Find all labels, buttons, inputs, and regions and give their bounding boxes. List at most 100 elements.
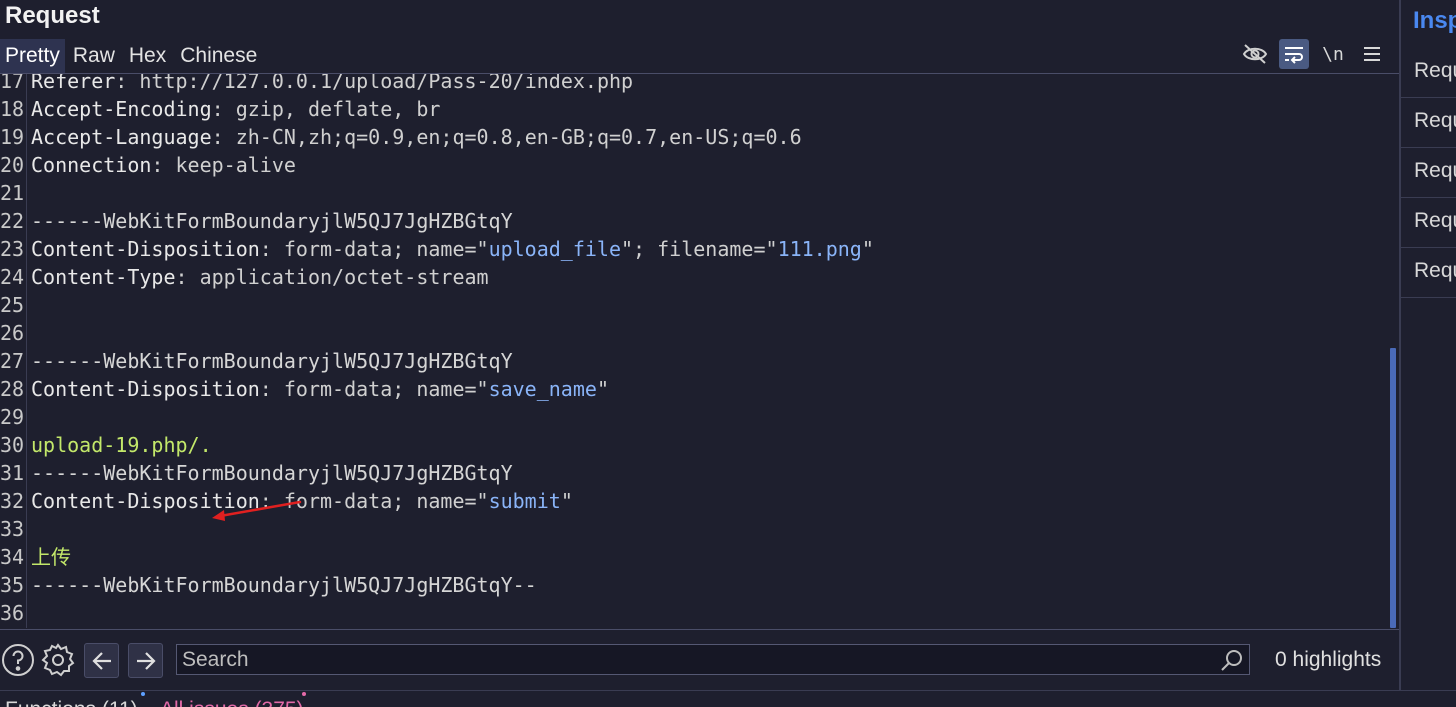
hamburger-menu-icon[interactable] [1357, 39, 1387, 69]
line-number: 27 [0, 349, 25, 373]
request-pane-title: Request [5, 2, 100, 29]
code-token: " [560, 489, 573, 513]
search-input[interactable] [182, 645, 1212, 674]
search-field [176, 644, 1250, 675]
bottom-tab-functions[interactable]: Functions (11) [5, 697, 138, 707]
previous-match-button[interactable] [84, 643, 119, 678]
arrow-left-icon [91, 651, 111, 670]
line-content: 上传 [31, 543, 71, 571]
notification-dot [302, 692, 306, 696]
inspector-row[interactable]: Requ [1401, 197, 1456, 248]
line-content: ------WebKitFormBoundaryjlW5QJ7JgHZBGtqY [31, 459, 513, 487]
inspector-row[interactable]: Requ [1401, 47, 1456, 98]
code-token: Content-Type [31, 265, 176, 289]
line-number: 20 [0, 153, 25, 177]
line-number: 31 [0, 461, 25, 485]
line-number: 28 [0, 377, 25, 401]
help-icon[interactable] [1, 643, 35, 677]
code-token: save_name [488, 377, 597, 401]
code-token: : http://127.0.0.1/upload/Pass-20/index.… [115, 74, 634, 93]
line-content: ------WebKitFormBoundaryjlW5QJ7JgHZBGtqY [31, 347, 513, 375]
line-content: ------WebKitFormBoundaryjlW5QJ7JgHZBGtqY [31, 207, 513, 235]
line-content: ------WebKitFormBoundaryjlW5QJ7JgHZBGtqY… [31, 571, 537, 599]
gear-icon[interactable] [41, 643, 75, 677]
code-token: Content-Disposition [31, 237, 260, 261]
line-content: Content-Disposition: form-data; name="up… [31, 235, 874, 263]
line-number: 36 [0, 601, 25, 625]
tab-raw[interactable]: Raw [67, 39, 121, 73]
code-token: : form-data; name=" [259, 237, 489, 261]
inspector-row[interactable]: Requ [1401, 247, 1456, 298]
bottom-tab-strip: Functions (11) All issues (375) [0, 690, 1456, 707]
code-token: " [596, 377, 609, 401]
burp-suite-window: Request Pretty Raw Hex Chinese \n 17 Ref… [0, 0, 1456, 707]
line-number: 23 [0, 237, 25, 261]
bottom-tab-all-issues[interactable]: All issues (375) [160, 697, 304, 707]
line-number: 24 [0, 265, 25, 289]
tab-pretty[interactable]: Pretty [0, 39, 65, 73]
code-token: 上传 [31, 545, 71, 569]
gutter-separator [26, 74, 27, 628]
inspector-row-label: Requ [1414, 59, 1456, 82]
code-token: submit [488, 489, 561, 513]
tab-chinese[interactable]: Chinese [174, 39, 263, 73]
line-content: upload-19.php/. [31, 431, 212, 459]
line-number: 26 [0, 321, 25, 345]
line-number: 33 [0, 517, 25, 541]
code-token: : application/octet-stream [175, 265, 489, 289]
code-token: : zh-CN,zh;q=0.9,en;q=0.8,en-GB;q=0.7,en… [211, 125, 802, 149]
code-token: Referer [31, 74, 116, 93]
line-content: Connection: keep-alive [31, 151, 296, 179]
line-content: Referer: http://127.0.0.1/upload/Pass-20… [31, 74, 633, 95]
code-token: Accept-Language [31, 125, 212, 149]
line-number: 17 [0, 74, 25, 93]
scrollbar-thumb[interactable] [1390, 348, 1396, 628]
code-token: ------WebKitFormBoundaryjlW5QJ7JgHZBGtqY… [31, 573, 537, 597]
code-token: : gzip, deflate, br [211, 97, 441, 121]
code-token: 111.png [777, 237, 862, 261]
eye-off-icon[interactable] [1240, 39, 1270, 69]
tab-hex[interactable]: Hex [123, 39, 172, 73]
code-token: : form-data; name=" [259, 377, 489, 401]
line-content: Accept-Language: zh-CN,zh;q=0.9,en;q=0.8… [31, 123, 802, 151]
code-token: ------WebKitFormBoundaryjlW5QJ7JgHZBGtqY [31, 209, 513, 233]
line-number: 35 [0, 573, 25, 597]
word-wrap-icon[interactable] [1279, 39, 1309, 69]
inspector-row-label: Requ [1414, 109, 1456, 132]
request-editor[interactable]: 17 Referer: http://127.0.0.1/upload/Pass-… [0, 74, 1388, 628]
inspector-title: Insp [1413, 7, 1456, 34]
code-token: : form-data; name=" [259, 489, 489, 513]
code-token: Accept-Encoding [31, 97, 212, 121]
code-token: upload-19.php/. [31, 433, 212, 457]
notification-dot [141, 692, 145, 696]
line-number: 18 [0, 97, 25, 121]
line-number: 21 [0, 181, 25, 205]
inspector-row-label: Requ [1414, 259, 1456, 282]
arrow-right-icon [136, 651, 156, 670]
next-match-button[interactable] [128, 643, 163, 678]
inspector-row[interactable]: Requ [1401, 147, 1456, 198]
request-pane: Request Pretty Raw Hex Chinese \n 17 Ref… [0, 0, 1400, 690]
line-content: Content-Disposition: form-data; name="su… [31, 487, 573, 515]
line-number: 32 [0, 489, 25, 513]
code-token: ------WebKitFormBoundaryjlW5QJ7JgHZBGtqY [31, 461, 513, 485]
code-token: : keep-alive [151, 153, 296, 177]
search-icon[interactable] [1220, 648, 1244, 672]
line-content: Content-Type: application/octet-stream [31, 263, 489, 291]
code-token: Connection [31, 153, 152, 177]
inspector-row-label: Requ [1414, 159, 1456, 182]
line-number: 30 [0, 433, 25, 457]
highlights-count: 0 highlights [1275, 648, 1382, 671]
line-content: Content-Disposition: form-data; name="sa… [31, 375, 609, 403]
show-newlines-toggle[interactable]: \n [1318, 39, 1348, 69]
search-bar: 0 highlights [0, 629, 1399, 690]
request-view-tabs: Pretty Raw Hex Chinese [0, 39, 265, 73]
editor-toolbar: \n [1231, 38, 1387, 70]
line-content: Accept-Encoding: gzip, deflate, br [31, 95, 440, 123]
inspector-row[interactable]: Requ [1401, 97, 1456, 148]
editor-scrollbar[interactable] [1388, 74, 1399, 628]
line-number: 25 [0, 293, 25, 317]
line-number: 29 [0, 405, 25, 429]
code-token: " [861, 237, 874, 261]
code-token: Content-Disposition [31, 377, 260, 401]
